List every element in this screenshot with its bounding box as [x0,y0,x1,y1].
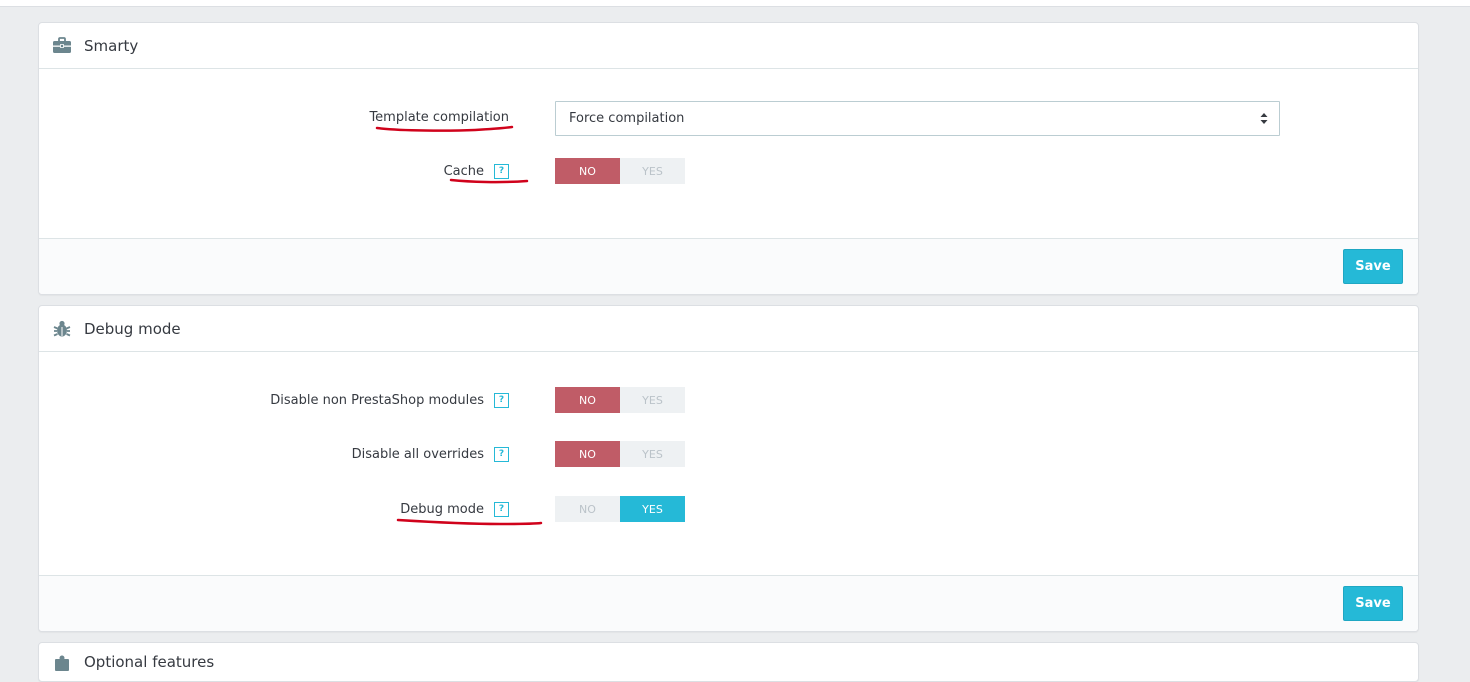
disable-non-prestashop-switch: NO YES [555,387,685,413]
disable-overrides-switch: NO YES [555,441,685,467]
debug-mode-label: Debug mode [400,501,484,517]
cache-no-option[interactable]: NO [555,158,620,184]
cache-label-wrap: Cache ? [444,156,509,186]
disable-overrides-label: Disable all overrides [351,446,484,462]
puzzle-icon [52,653,72,673]
debug-mode-no-option[interactable]: NO [555,496,620,522]
disable-non-prestashop-row: Disable non PrestaShop modules ? NO YES [39,385,1418,415]
cache-row: Cache ? NO YES [39,156,1418,186]
debug-mode-label-wrap: Debug mode ? [400,494,509,524]
optional-features-panel: Optional features [38,642,1419,682]
question-icon[interactable]: ? [494,501,509,517]
disable-overrides-no-option[interactable]: NO [555,441,620,467]
question-icon[interactable]: ? [494,163,509,179]
disable-non-prestashop-yes-option[interactable]: YES [620,387,685,413]
disable-overrides-row: Disable all overrides ? NO YES [39,439,1418,469]
template-compilation-select[interactable]: Force compilation [555,101,1280,136]
smarty-panel: Smarty Template compilation Force compil… [38,22,1419,295]
cache-label: Cache [443,163,484,179]
debug-mode-yes-option[interactable]: YES [620,496,685,522]
debug-save-button[interactable]: Save [1343,586,1403,621]
debug-mode-row: Debug mode ? NO YES [39,494,1418,524]
question-icon[interactable]: ? [494,392,509,408]
question-icon[interactable]: ? [494,446,509,462]
disable-overrides-label-wrap: Disable all overrides ? [352,439,509,469]
smarty-panel-title: Smarty [84,36,139,55]
briefcase-icon [52,36,72,56]
debug-panel-title: Debug mode [84,319,181,338]
disable-non-prestashop-label: Disable non PrestaShop modules [270,392,484,408]
smarty-panel-heading: Smarty [39,23,1418,69]
top-bar [0,0,1470,7]
smarty-panel-footer: Save [39,238,1418,294]
debug-panel-footer: Save [39,575,1418,631]
cache-yes-option[interactable]: YES [620,158,685,184]
cache-switch: NO YES [555,158,685,184]
template-compilation-row: Template compilation Force compilation [39,101,1418,136]
debug-mode-switch: NO YES [555,496,685,522]
template-compilation-value: Force compilation [569,111,685,126]
debug-panel-heading: Debug mode [39,306,1418,352]
optional-features-title: Optional features [84,653,215,671]
optional-features-heading: Optional features [39,643,1418,681]
bug-icon [52,319,72,339]
disable-non-prestashop-label-wrap: Disable non PrestaShop modules ? [270,385,509,415]
template-compilation-label: Template compilation [369,109,509,125]
template-compilation-label-wrap: Template compilation [369,102,509,132]
disable-non-prestashop-no-option[interactable]: NO [555,387,620,413]
sort-arrows-icon [1260,112,1268,125]
disable-overrides-yes-option[interactable]: YES [620,441,685,467]
smarty-save-button[interactable]: Save [1343,249,1403,284]
debug-panel: Debug mode Disable non PrestaShop module… [38,305,1419,632]
